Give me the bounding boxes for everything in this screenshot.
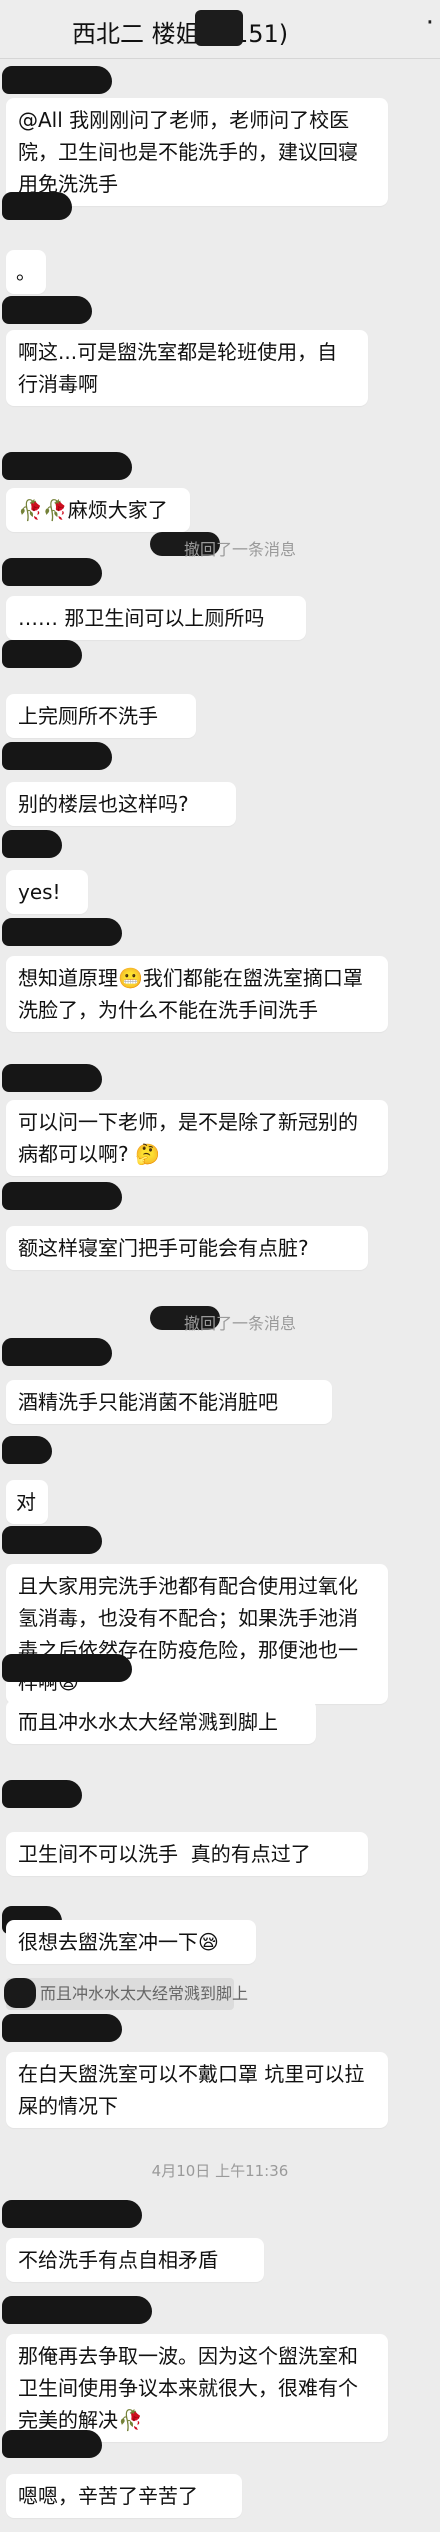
sender-name-redacted <box>2 1654 132 1682</box>
quoted-message[interactable]: 而且冲水水太大经常溅到脚上 <box>4 1978 248 2010</box>
message-bubble[interactable]: 很想去盥洗室冲一下😪 <box>6 1920 256 1964</box>
message-bubble[interactable]: 🥀🥀麻烦大家了 <box>6 488 190 532</box>
sender-name-redacted <box>2 2430 102 2458</box>
timestamp: 4月10日 上午11:36 <box>151 2162 289 2180</box>
message-bubble[interactable]: 可以问一下老师，是不是除了新冠别的病都可以啊? 🤔 <box>6 1100 388 1176</box>
message-bubble[interactable]: yes! <box>6 870 88 914</box>
sender-name-redacted <box>2 1338 112 1366</box>
message-bubble[interactable]: 上完厕所不洗手 <box>6 694 196 738</box>
sender-name-redacted <box>2 1780 82 1808</box>
sender-name-redacted <box>2 2296 152 2324</box>
sender-name-redacted <box>2 1182 122 1210</box>
sender-name-redacted <box>2 1064 102 1092</box>
sender-name-redacted <box>2 918 122 946</box>
message-bubble[interactable]: 卫生间不可以洗手 真的有点过了 <box>6 1832 368 1876</box>
sender-name-redacted <box>2 742 112 770</box>
sender-name-redacted <box>2 640 82 668</box>
sender-name-redacted <box>2 830 62 858</box>
message-bubble[interactable]: 酒精洗手只能消菌不能消脏吧 <box>6 1380 332 1424</box>
sender-name-redacted <box>2 558 102 586</box>
message-bubble[interactable]: …… 那卫生间可以上厕所吗 <box>6 596 306 640</box>
chat-header: 西北二 楼姐妹(151) · <box>0 0 440 59</box>
sender-name-redacted <box>2 1436 52 1464</box>
message-bubble[interactable]: 而且冲水水太大经常溅到脚上 <box>6 1700 316 1744</box>
recall-notice: 撤回了一条消息 <box>0 1306 440 1334</box>
sender-name-redacted <box>2 66 112 94</box>
sender-name-redacted <box>2 1526 102 1554</box>
message-bubble[interactable]: 对 <box>6 1480 48 1524</box>
sender-name-redacted <box>2 2014 122 2042</box>
redaction-mark <box>4 1978 36 2008</box>
message-bubble[interactable]: 额这样寝室门把手可能会有点脏? <box>6 1226 368 1270</box>
message-bubble[interactable]: 。 <box>6 250 46 294</box>
group-title[interactable]: 西北二 楼姐妹(151) <box>72 14 288 49</box>
message-bubble[interactable]: 啊这...可是盥洗室都是轮班使用，自行消毒啊 <box>6 330 368 406</box>
more-options-icon[interactable]: · <box>426 8 434 38</box>
message-bubble[interactable]: 那俺再去争取一波。因为这个盥洗室和卫生间使用争议本来就很大，很难有个完美的解决🥀 <box>6 2334 388 2442</box>
redaction-mark <box>195 10 243 46</box>
message-bubble[interactable]: 想知道原理😬我们都能在盥洗室摘口罩洗脸了，为什么不能在洗手间洗手 <box>6 956 388 1032</box>
sender-name-redacted <box>2 2200 142 2228</box>
sender-name-redacted <box>2 192 72 220</box>
message-bubble[interactable]: 别的楼层也这样吗? <box>6 782 236 826</box>
recall-notice: 撤回了一条消息 <box>0 532 440 560</box>
message-bubble[interactable]: @All 我刚刚问了老师，老师问了校医院，卫生间也是不能洗手的，建议回寝用免洗洗… <box>6 98 388 206</box>
message-bubble[interactable]: 在白天盥洗室可以不戴口罩 坑里可以拉屎的情况下 <box>6 2052 388 2128</box>
sender-name-redacted <box>2 452 132 480</box>
sender-name-redacted <box>2 296 92 324</box>
message-bubble[interactable]: 且大家用完洗手池都有配合使用过氧化氢消毒，也没有不配合；如果洗手池消毒之后依然存… <box>6 1564 388 1704</box>
message-bubble[interactable]: 嗯嗯，辛苦了辛苦了 <box>6 2474 242 2518</box>
message-bubble[interactable]: 不给洗手有点自相矛盾 <box>6 2238 264 2282</box>
